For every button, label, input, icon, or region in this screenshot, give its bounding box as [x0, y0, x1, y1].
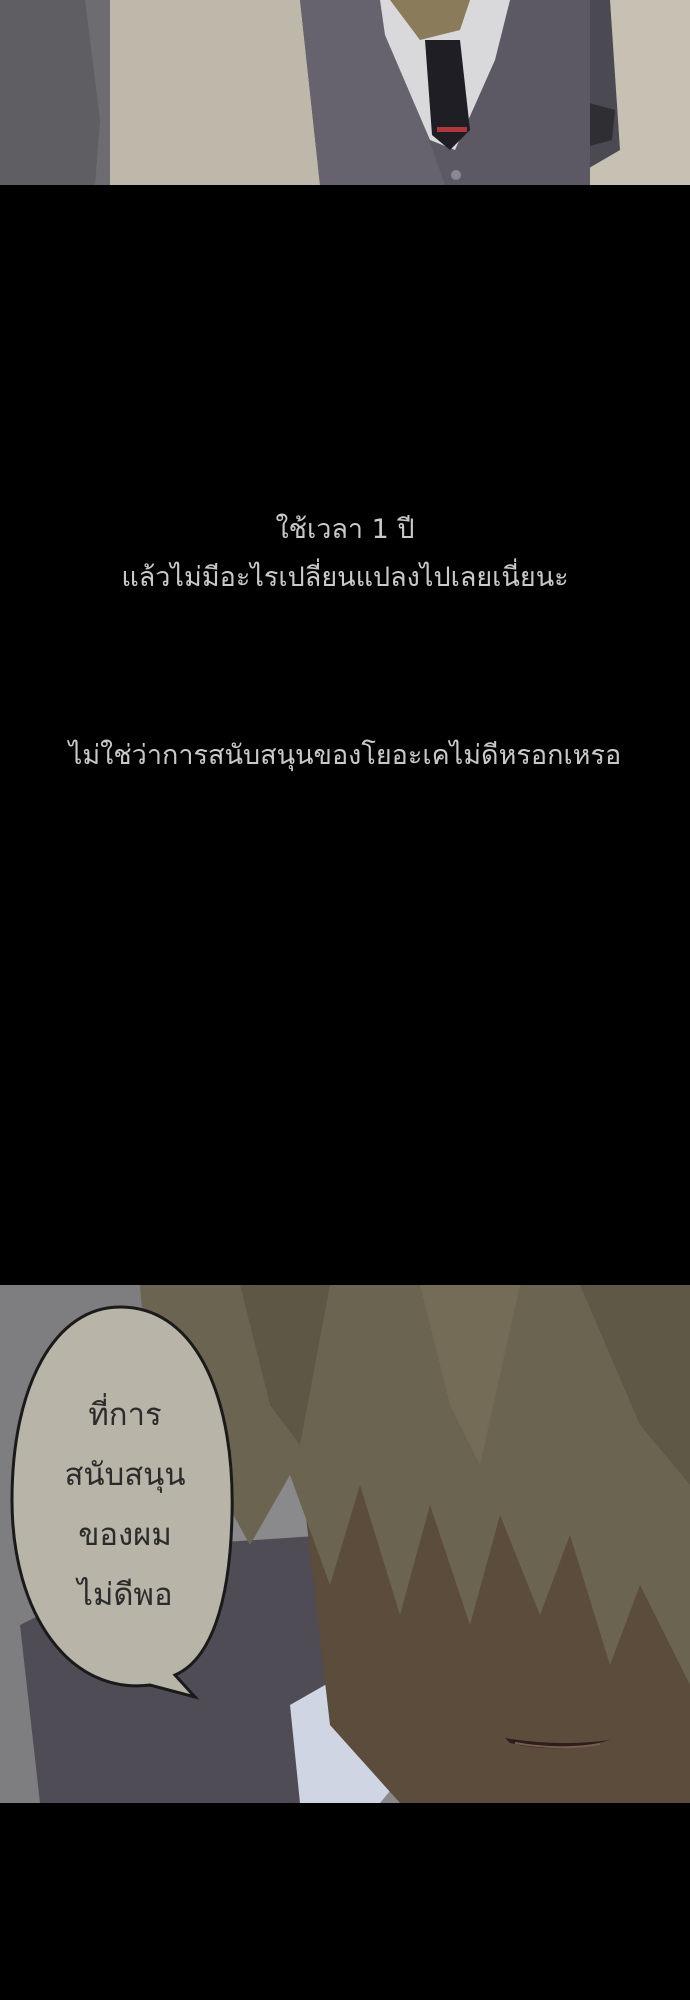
character-illustration-top — [0, 0, 690, 185]
speech-line-4: ไม่ดีพอ — [77, 1577, 173, 1613]
narration-line-2: แล้วไม่มีอะไรเปลี่ยนแปลงไปเลยเนี่ยนะ — [121, 562, 569, 593]
narration-line-1: ใช้เวลา 1 ปี — [275, 514, 415, 545]
speech-line-2: สนับสนุน — [64, 1457, 186, 1493]
speech-line-1: ที่การ — [88, 1397, 162, 1433]
narration-block-1: ใช้เวลา 1 ปี แล้วไม่มีอะไรเปลี่ยนแปลงไปเ… — [0, 506, 690, 602]
speech-bubble-text: ที่การ สนับสนุน ของผม ไม่ดีพอ — [30, 1385, 220, 1625]
speech-line-3: ของผม — [78, 1517, 172, 1553]
comic-panel-top — [0, 0, 690, 185]
narration-block-2: ไม่ใช่ว่าการสนับสนุนของโยอะเคไม่ดีหรอกเห… — [0, 732, 690, 780]
narration-line-3: ไม่ใช่ว่าการสนับสนุนของโยอะเคไม่ดีหรอกเห… — [68, 740, 622, 771]
